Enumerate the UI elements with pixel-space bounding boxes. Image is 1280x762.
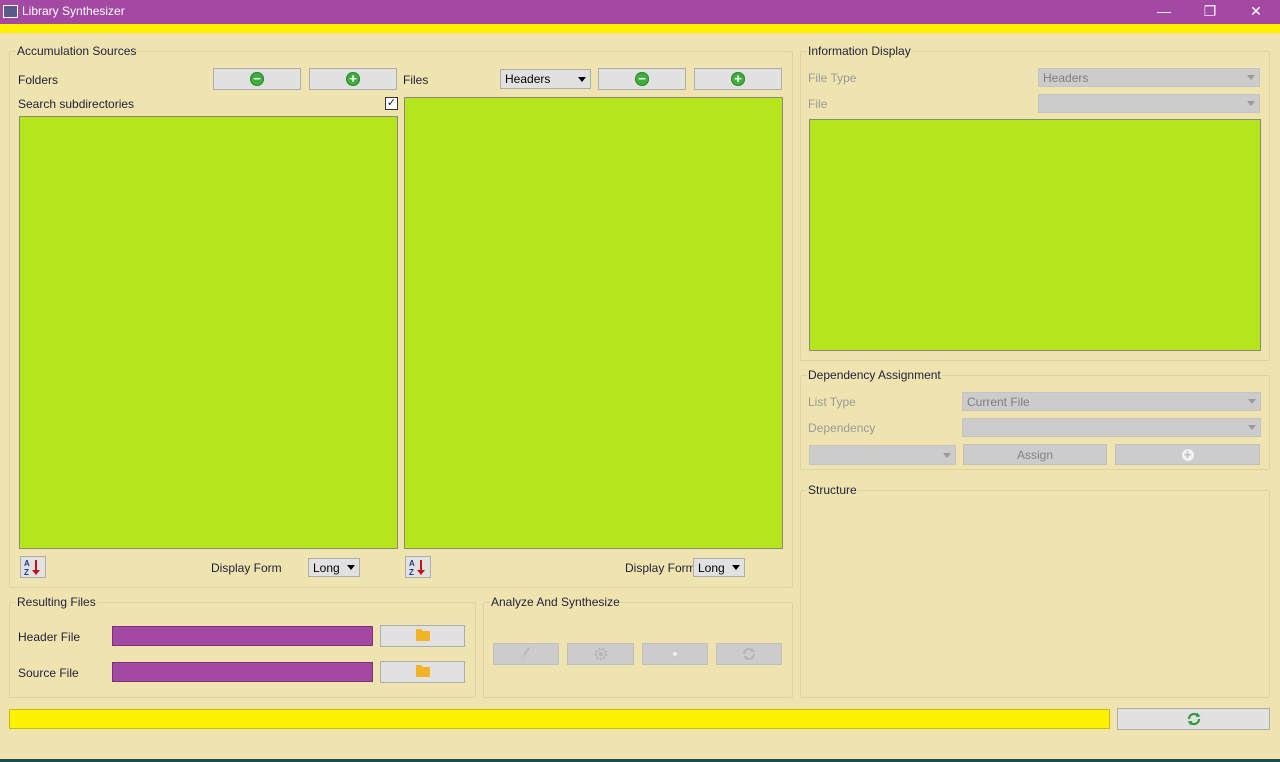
plus-icon: + (346, 72, 360, 86)
browse-header-file-button[interactable] (380, 625, 465, 647)
window-title: Library Synthesizer (22, 4, 125, 18)
information-display-area[interactable] (809, 119, 1261, 351)
add-file-button[interactable]: + (694, 68, 782, 90)
files-list[interactable] (404, 97, 783, 549)
chevron-down-icon (578, 76, 586, 82)
file-type-select[interactable]: Headers (1038, 68, 1260, 87)
files-display-form-value: Long (698, 560, 725, 575)
list-type-select[interactable]: Current File (962, 392, 1261, 411)
folder-icon (415, 629, 430, 641)
sort-az-icon: A Z (24, 559, 40, 577)
list-type-value: Current File (967, 394, 1030, 409)
search-subdirectories-label: Search subdirectories (18, 97, 135, 111)
minimize-button[interactable]: — (1141, 0, 1187, 24)
app-icon (3, 5, 18, 18)
dot-icon (671, 650, 679, 658)
clean-button[interactable] (493, 643, 559, 665)
remove-file-button[interactable]: − (598, 68, 686, 90)
resulting-files-title: Resulting Files (16, 595, 97, 609)
information-display-title: Information Display (807, 44, 912, 58)
file-type-label: File Type (808, 71, 857, 85)
plus-icon: + (731, 72, 745, 86)
files-display-form-select[interactable]: Long (693, 558, 745, 577)
files-filter-value: Headers (505, 72, 551, 86)
sort-files-button[interactable]: A Z (405, 556, 431, 578)
chevron-down-icon (347, 565, 355, 570)
files-display-form-label: Display Form (625, 561, 696, 575)
file-select[interactable] (1038, 94, 1260, 113)
file-type-value: Headers (1043, 70, 1089, 85)
file-label: File (808, 97, 828, 111)
source-file-label: Source File (18, 666, 79, 680)
maximize-button[interactable]: ❐ (1187, 0, 1233, 24)
add-dependency-button[interactable]: + (1115, 444, 1260, 465)
structure-group (800, 490, 1270, 698)
refresh-icon (1187, 712, 1200, 726)
dependency-select[interactable] (962, 418, 1261, 437)
resulting-files-group (9, 602, 476, 698)
sort-az-icon: A Z (409, 559, 425, 577)
analyze-synthesize-title: Analyze And Synthesize (490, 595, 621, 609)
svg-text:Z: Z (409, 568, 414, 577)
remove-folder-button[interactable]: − (213, 68, 301, 90)
synthesize-library-button[interactable] (1117, 708, 1270, 730)
sort-folders-button[interactable]: A Z (20, 556, 46, 578)
search-subdirectories-checkbox[interactable]: ✓ (385, 97, 398, 110)
structure-title: Structure (807, 483, 858, 497)
svg-text:A: A (24, 559, 30, 568)
browse-source-file-button[interactable] (380, 661, 465, 683)
folders-display-form-select[interactable]: Long (308, 558, 360, 577)
folders-label: Folders (18, 73, 59, 87)
run-button[interactable] (642, 643, 708, 665)
svg-text:A: A (409, 559, 415, 568)
folders-display-form-value: Long (313, 560, 340, 575)
files-filter-select[interactable]: Headers (500, 69, 591, 89)
files-label: Files (403, 73, 429, 87)
chevron-down-icon (1248, 425, 1256, 430)
list-type-label: List Type (808, 395, 856, 409)
top-strip (0, 24, 1280, 33)
folders-list[interactable] (19, 116, 398, 549)
progress-bar (9, 709, 1110, 729)
refresh-icon (743, 648, 755, 660)
gear-icon (594, 647, 607, 661)
add-folder-button[interactable]: + (309, 68, 397, 90)
chevron-down-icon (943, 452, 951, 458)
dependency-extra-select[interactable] (809, 445, 956, 465)
assign-button[interactable]: Assign (963, 444, 1107, 465)
broom-icon (520, 647, 530, 660)
dependency-assignment-title: Dependency Assignment (807, 368, 942, 382)
close-button[interactable]: ✕ (1233, 0, 1279, 24)
accumulation-sources-title: Accumulation Sources (16, 44, 138, 58)
chevron-down-icon (1247, 75, 1255, 80)
chevron-down-icon (732, 565, 740, 570)
header-file-label: Header File (18, 630, 81, 644)
chevron-down-icon (1247, 101, 1255, 106)
minus-icon: − (250, 72, 264, 86)
title-bar: Library Synthesizer — ❐ ✕ (0, 0, 1280, 24)
plus-icon: + (1180, 447, 1195, 462)
minus-icon: − (635, 72, 649, 86)
dependency-label: Dependency (808, 421, 876, 435)
assign-button-label: Assign (1016, 447, 1054, 462)
svg-text:Z: Z (24, 568, 29, 577)
source-file-field[interactable] (112, 662, 373, 682)
header-file-field[interactable] (112, 626, 373, 646)
folder-icon (415, 665, 430, 677)
chevron-down-icon (1248, 399, 1256, 404)
analyze-button[interactable] (567, 643, 634, 665)
folders-display-form-label: Display Form (211, 561, 282, 575)
synthesize-button[interactable] (716, 643, 782, 665)
